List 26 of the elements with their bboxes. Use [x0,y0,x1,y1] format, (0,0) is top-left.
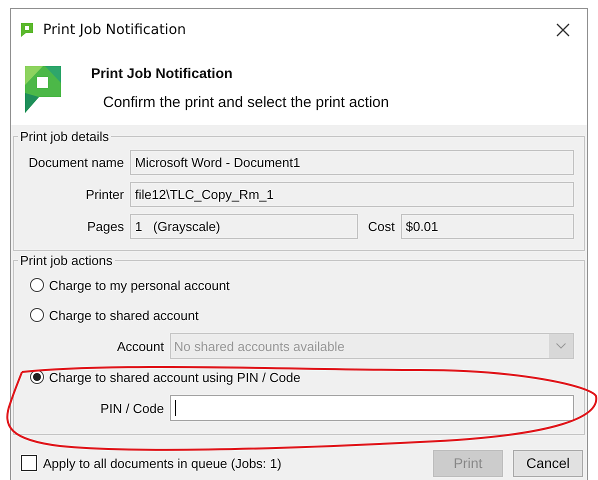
close-icon [556,23,570,37]
field-label: Document name [28,154,124,170]
app-logo-icon [21,23,33,37]
field-label: Pages [86,218,124,234]
field-label: PIN / Code [99,400,164,416]
window-title: Print Job Notification [43,22,186,38]
caret-icon [556,343,566,349]
read-only-field: Microsoft Word - Document1 [130,150,574,174]
pin-input-field[interactable] [170,395,574,421]
dialog-heading: Print Job Notification [91,65,234,81]
radio-label[interactable]: Charge to my personal account [49,278,230,292]
app-logo-icon [23,63,61,113]
field-label: Cost [368,218,395,234]
field-label: Account [116,338,164,354]
checkbox[interactable] [21,455,37,471]
group-legend: Print job actions [18,253,114,268]
cancel-button[interactable]: Cancel [513,450,583,476]
read-only-field: $0.01 [400,214,574,238]
radio-label[interactable]: Charge to shared account using PIN / Code [49,370,300,384]
group-legend: Print job details [18,129,111,144]
read-only-field: file12\TLC_Copy_Rm_1 [130,182,574,206]
dialog-message: Confirm the print and select the print action [103,94,389,111]
field-label: Printer [84,186,124,202]
checkbox-label[interactable]: Apply to all documents in queue (Jobs: 1) [43,456,282,470]
read-only-field: 1 (Grayscale) [130,214,358,238]
radio-button[interactable] [30,278,44,292]
